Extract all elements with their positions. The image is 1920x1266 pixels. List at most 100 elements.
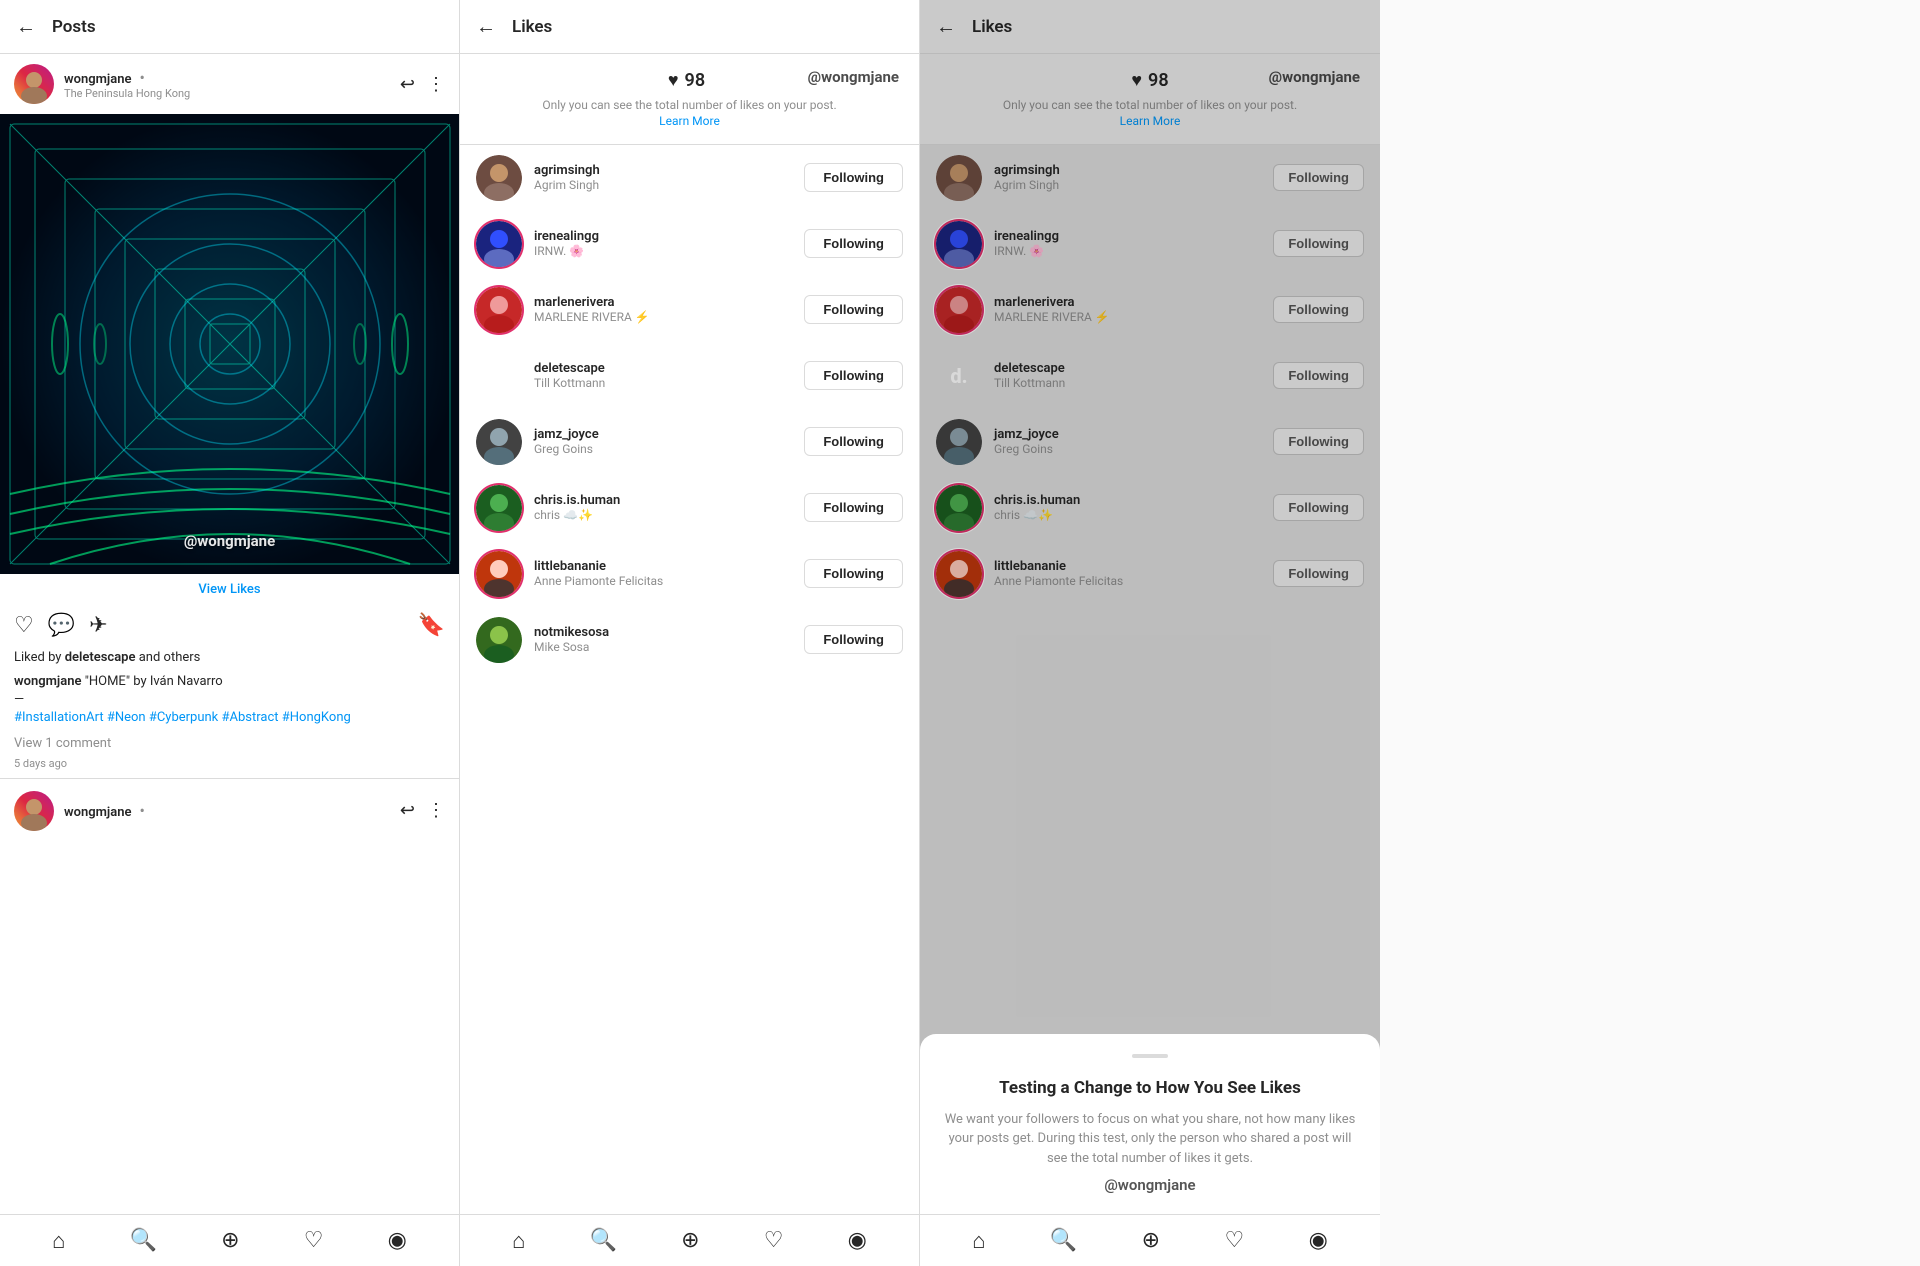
caption-username[interactable]: wongmjane	[14, 674, 81, 689]
like-fullname-4: Greg Goins	[534, 442, 599, 456]
nav-likes-icon[interactable]: ♡	[304, 1228, 324, 1253]
following-button-5[interactable]: Following	[1273, 494, 1364, 521]
following-button-0[interactable]: Following	[804, 163, 903, 192]
post2-dot: •	[139, 801, 144, 820]
like-username-4[interactable]: jamz_joyce	[994, 427, 1059, 442]
bottom-sheet: Testing a Change to How You See Likes We…	[920, 1034, 1380, 1215]
post2-reply-icon[interactable]: ↩	[400, 800, 415, 821]
post-user-details: wongmjane • The Peninsula Hong Kong	[64, 68, 190, 100]
post2-username[interactable]: wongmjane	[64, 805, 131, 820]
like-username-1[interactable]: irenealing​g	[534, 229, 599, 244]
nav-search-icon[interactable]: 🔍	[130, 1228, 157, 1253]
following-button-4[interactable]: Following	[804, 427, 903, 456]
view-comments-link[interactable]: View 1 comment	[0, 732, 459, 755]
p3-nav-search-icon[interactable]: 🔍	[1050, 1228, 1077, 1253]
like-avatar-5[interactable]	[936, 485, 982, 531]
nav-profile-icon[interactable]: ◉	[388, 1228, 407, 1253]
like-icon[interactable]: ♡	[14, 613, 34, 638]
like-username-3[interactable]: deletescape	[534, 361, 605, 376]
like-username-7[interactable]: notmikesosa	[534, 625, 609, 640]
p2-nav-search-icon[interactable]: 🔍	[590, 1228, 617, 1253]
following-button-1[interactable]: Following	[804, 229, 903, 258]
like-item-left-6: littlebananie Anne Piamonte Felicitas	[476, 551, 663, 597]
like-username-6[interactable]: littlebananie	[534, 559, 663, 574]
like-avatar-5[interactable]	[476, 485, 522, 531]
like-avatar-3[interactable]: d.	[476, 353, 522, 399]
like-avatar-6[interactable]	[936, 551, 982, 597]
p3-nav-create-icon[interactable]: ⊕	[1142, 1228, 1160, 1253]
post-actions-left: ♡ 💬 ✈	[14, 613, 108, 638]
bottom-sheet-handle	[1132, 1054, 1168, 1058]
like-username-6[interactable]: littlebananie	[994, 559, 1123, 574]
like-user-info-0: agrimsingh Agrim Singh	[534, 163, 600, 192]
bookmark-icon[interactable]: 🔖	[418, 613, 445, 638]
like-username-0[interactable]: agrimsingh	[994, 163, 1060, 178]
post-reply-icon[interactable]: ↩	[400, 74, 415, 95]
like-item-left-1: irenealing​g IRNW. 🌸	[476, 221, 599, 267]
posts-back-button[interactable]: ←	[16, 14, 36, 39]
following-button-3[interactable]: Following	[804, 361, 903, 390]
like-username-2[interactable]: marlenerivera	[994, 295, 1110, 310]
like-avatar-2[interactable]	[936, 287, 982, 333]
following-button-1[interactable]: Following	[1273, 230, 1364, 257]
following-button-4[interactable]: Following	[1273, 428, 1364, 455]
like-username-3[interactable]: deletescape	[994, 361, 1065, 376]
modal-back-button[interactable]: ←	[936, 14, 956, 39]
like-user-info-2: marlenerivera MARLENE RIVERA ⚡	[534, 295, 650, 324]
post-username[interactable]: wongmjane	[64, 72, 131, 87]
share-icon[interactable]: ✈	[89, 613, 107, 638]
like-avatar-1[interactable]	[476, 221, 522, 267]
like-username-4[interactable]: jamz_joyce	[534, 427, 599, 442]
following-button-3[interactable]: Following	[1273, 362, 1364, 389]
p2-nav-profile-icon[interactable]: ◉	[848, 1228, 867, 1253]
post-location: The Peninsula Hong Kong	[64, 87, 190, 100]
like-avatar-1[interactable]	[936, 221, 982, 267]
nav-home-icon[interactable]: ⌂	[52, 1228, 65, 1254]
modal-learn-more[interactable]: Learn More	[1120, 114, 1181, 128]
like-user-info-6: littlebananie Anne Piamonte Felicitas	[994, 559, 1123, 588]
like-item: littlebananie Anne Piamonte Felicitas Fo…	[460, 541, 919, 607]
view-likes-link[interactable]: View Likes	[0, 574, 459, 605]
like-fullname-1: IRNW. 🌸	[994, 244, 1059, 258]
p2-nav-likes-icon[interactable]: ♡	[764, 1228, 784, 1253]
likes-back-button[interactable]: ←	[476, 14, 496, 39]
p3-nav-profile-icon[interactable]: ◉	[1309, 1228, 1328, 1253]
p2-nav-create-icon[interactable]: ⊕	[681, 1228, 699, 1253]
like-username-5[interactable]: chris.is.human	[534, 493, 620, 508]
following-button-2[interactable]: Following	[804, 295, 903, 324]
like-fullname-4: Greg Goins	[994, 442, 1059, 456]
like-avatar-6[interactable]	[476, 551, 522, 597]
p3-nav-likes-icon[interactable]: ♡	[1224, 1228, 1244, 1253]
comment-icon[interactable]: 💬	[48, 613, 75, 638]
like-username-1[interactable]: irenealing​g	[994, 229, 1059, 244]
following-button-5[interactable]: Following	[804, 493, 903, 522]
like-avatar-0[interactable]	[936, 155, 982, 201]
like-avatar-3[interactable]: d.	[936, 353, 982, 399]
like-avatar-2[interactable]	[476, 287, 522, 333]
like-avatar-4[interactable]	[476, 419, 522, 465]
caption-hashtags[interactable]: #InstallationArt #Neon #Cyberpunk #Abstr…	[14, 710, 351, 725]
like-avatar-7[interactable]	[476, 617, 522, 663]
following-button-7[interactable]: Following	[804, 625, 903, 654]
liked-by-user[interactable]: deletescape	[65, 650, 136, 665]
learn-more-link[interactable]: Learn More	[659, 114, 720, 128]
modal-likes-count: 98	[1148, 70, 1169, 91]
post2-avatar[interactable]	[14, 791, 54, 831]
like-username-2[interactable]: marlenerivera	[534, 295, 650, 310]
post-caption: wongmjane "HOME" by Iván Navarro — #Inst…	[0, 669, 459, 732]
post-more-icon[interactable]: ⋮	[427, 74, 445, 95]
like-username-0[interactable]: agrimsingh	[534, 163, 600, 178]
like-user-info-4: jamz_joyce Greg Goins	[994, 427, 1059, 456]
following-button-0[interactable]: Following	[1273, 164, 1364, 191]
like-username-5[interactable]: chris.is.human	[994, 493, 1080, 508]
following-button-6[interactable]: Following	[1273, 560, 1364, 587]
nav-create-icon[interactable]: ⊕	[221, 1228, 239, 1253]
following-button-6[interactable]: Following	[804, 559, 903, 588]
like-avatar-0[interactable]	[476, 155, 522, 201]
post2-more-icon[interactable]: ⋮	[427, 800, 445, 821]
p3-nav-home-icon[interactable]: ⌂	[972, 1228, 985, 1254]
following-button-2[interactable]: Following	[1273, 296, 1364, 323]
like-avatar-4[interactable]	[936, 419, 982, 465]
post-avatar[interactable]	[14, 64, 54, 104]
p2-nav-home-icon[interactable]: ⌂	[512, 1228, 525, 1254]
